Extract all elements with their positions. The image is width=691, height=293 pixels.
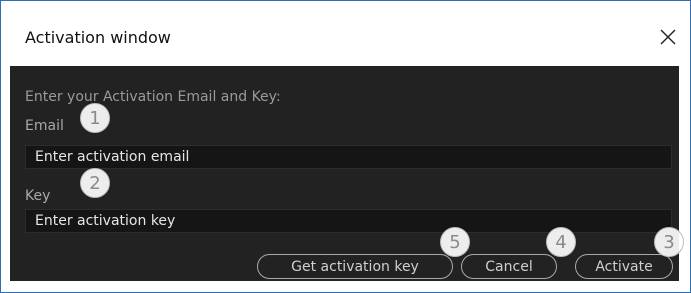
cancel-button[interactable]: Cancel (461, 254, 557, 279)
callout-marker: 1 (80, 103, 110, 133)
email-field[interactable] (26, 146, 671, 168)
key-field-box (25, 209, 672, 233)
key-field[interactable] (26, 210, 671, 232)
close-button[interactable] (651, 21, 685, 53)
activate-button[interactable]: Activate (575, 254, 673, 279)
email-field-box (25, 145, 672, 169)
callout-marker: 2 (80, 168, 110, 198)
callout-marker: 5 (440, 227, 470, 257)
instruction-text: Enter your Activation Email and Key: (25, 89, 281, 105)
get-activation-key-button[interactable]: Get activation key (257, 254, 453, 279)
title-bar: Activation window (1, 1, 690, 67)
callout-marker: 4 (546, 227, 576, 257)
email-label: Email (25, 118, 64, 134)
callout-marker: 3 (654, 227, 684, 257)
dialog-title: Activation window (25, 28, 171, 47)
key-label: Key (25, 188, 51, 204)
close-icon (660, 29, 676, 45)
